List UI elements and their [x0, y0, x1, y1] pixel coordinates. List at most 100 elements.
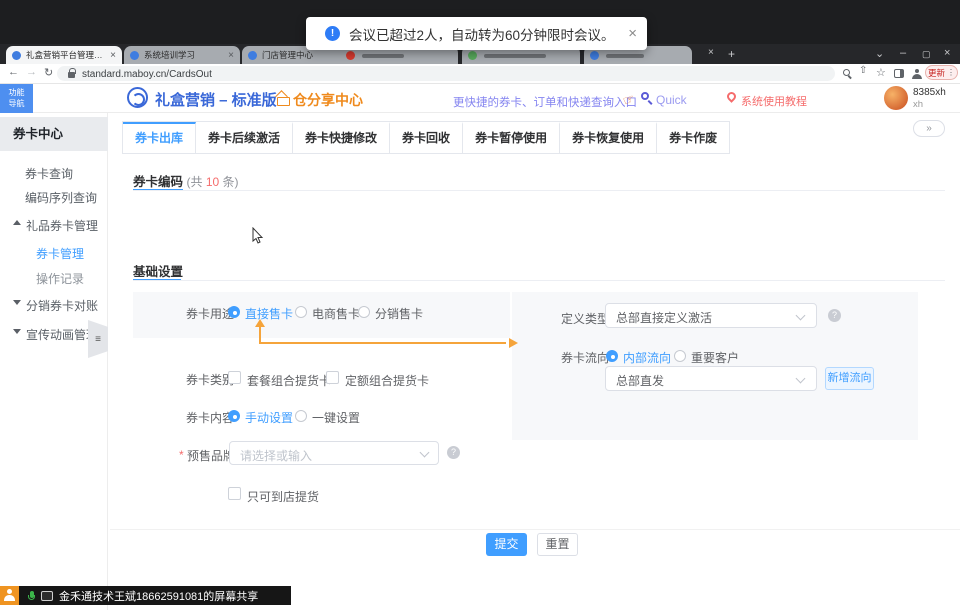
expand-down-icon[interactable]: [13, 329, 21, 334]
reset-button[interactable]: 重置: [537, 533, 578, 556]
tab-later-activate[interactable]: 券卡后续激活: [196, 122, 293, 153]
category-label: 券卡类别: [186, 371, 234, 388]
codes-count: (共 10 条): [187, 175, 239, 189]
checkbox-store-pickup-only-label[interactable]: 只可到店提货: [247, 488, 319, 505]
radio-manual-setup-label[interactable]: 手动设置: [245, 409, 293, 426]
radio-ecommerce-sale[interactable]: [295, 306, 307, 318]
side-panel-icon[interactable]: [894, 69, 904, 78]
sidebar-group-distribution-recon[interactable]: 分销券卡对账: [26, 297, 98, 314]
tab-cards-out[interactable]: 券卡出库: [123, 122, 196, 153]
screen-share-bar: 金禾通技术王斌18662591081的屏幕共享: [0, 586, 291, 605]
sidebar-item-operation-log[interactable]: 操作记录: [36, 270, 84, 287]
help-icon[interactable]: ?: [828, 309, 841, 322]
tab-pause[interactable]: 券卡暂停使用: [463, 122, 560, 153]
user-subname: xh: [913, 99, 923, 110]
tab-resume[interactable]: 券卡恢复使用: [560, 122, 657, 153]
reload-icon[interactable]: ↻: [44, 66, 53, 79]
radio-one-click-setup[interactable]: [295, 410, 307, 422]
toast-close-icon[interactable]: ×: [628, 25, 637, 42]
expand-down-icon[interactable]: [13, 300, 21, 305]
tutorial-link[interactable]: 系统使用教程: [741, 93, 807, 109]
maximize-icon[interactable]: ▢: [922, 49, 931, 60]
sidebar-item-code-sequence-query[interactable]: 编码序列查询: [25, 189, 97, 206]
screen-icon: [41, 591, 53, 601]
tab-close-icon[interactable]: ×: [110, 50, 116, 61]
nav-toggle-button[interactable]: 功能 导航: [0, 84, 33, 113]
app-logo-icon: [127, 87, 148, 108]
presale-brand-label: 预售品牌: [187, 447, 235, 464]
favicon-icon: [12, 51, 21, 60]
back-icon[interactable]: ←: [8, 66, 19, 78]
browser-tab-label: 礼盒营销平台管理中心: [26, 49, 106, 61]
url-text[interactable]: standard.maboy.cn/CardsOut: [82, 69, 212, 80]
tab-recycle[interactable]: 券卡回收: [390, 122, 463, 153]
browser-tab-label: 门店管理中心: [262, 49, 352, 61]
checkbox-combo-package-card[interactable]: [228, 371, 241, 384]
count-number: 10: [206, 175, 219, 189]
define-type-label: 定义类型: [561, 310, 609, 327]
presenter-icon: [0, 586, 19, 605]
profile-icon[interactable]: [912, 69, 922, 79]
more-tabs-button[interactable]: »: [913, 120, 945, 137]
card-flow-select[interactable]: 总部直发: [605, 366, 817, 391]
content-tabbar: 券卡出库 券卡后续激活 券卡快捷修改 券卡回收 券卡暂停使用 券卡恢复使用 券卡…: [122, 121, 730, 154]
radio-distribution-sale[interactable]: [358, 306, 370, 318]
sidebar-group-promo-animation[interactable]: 宣传动画管理: [26, 326, 98, 343]
tab-close-icon[interactable]: ×: [708, 47, 714, 58]
radio-direct-sale[interactable]: [228, 306, 240, 318]
presale-brand-select[interactable]: 请选择或输入: [229, 441, 439, 465]
share-icon[interactable]: ⇧: [859, 65, 867, 76]
tab-quick-modify[interactable]: 券卡快捷修改: [293, 122, 390, 153]
sidebar-item-card-query[interactable]: 券卡查询: [25, 165, 73, 182]
minimize-icon[interactable]: –: [900, 47, 906, 59]
new-tab-icon[interactable]: +: [728, 47, 735, 61]
radio-important-customer-label[interactable]: 重要客户: [691, 349, 739, 366]
tab-void[interactable]: 券卡作废: [657, 122, 729, 153]
browser-tab[interactable]: 系统培训学习 ×: [124, 46, 240, 64]
lock-icon: [68, 72, 75, 78]
user-avatar[interactable]: [884, 86, 908, 110]
browser-tab-active[interactable]: 礼盒营销平台管理中心 ×: [6, 46, 122, 64]
radio-one-click-setup-label[interactable]: 一键设置: [312, 409, 360, 426]
menu-icon: ≡: [95, 334, 101, 345]
update-label: 更新: [928, 67, 945, 79]
radio-manual-setup[interactable]: [228, 410, 240, 422]
chrome-update-button[interactable]: 更新 ⋮: [925, 65, 958, 80]
quick-entry-tip: 更快捷的券卡、订单和快递查询入口: [453, 94, 637, 110]
checkbox-fixed-combo-card[interactable]: [326, 371, 339, 384]
sidebar-group-gift-card-mgmt[interactable]: 礼品券卡管理: [26, 217, 98, 234]
presale-brand-placeholder: 请选择或输入: [240, 447, 312, 464]
collapse-up-icon[interactable]: [13, 220, 21, 225]
checkbox-store-pickup-only[interactable]: [228, 487, 241, 500]
codes-title-text: 券卡编码: [133, 175, 183, 189]
meeting-toast: ! 会议已超过2人，自动转为60分钟限时会议。 ×: [306, 17, 647, 50]
quick-search-icon[interactable]: [641, 92, 649, 100]
content-label: 券卡内容: [186, 409, 234, 426]
zoom-icon[interactable]: [843, 69, 850, 76]
share-center-link[interactable]: 仓分享中心: [293, 90, 363, 110]
count-prefix: (共: [187, 175, 206, 189]
radio-important-customer[interactable]: [674, 350, 686, 362]
chevron-down-icon: [420, 448, 430, 458]
radio-internal-flow[interactable]: [606, 350, 618, 362]
window-close-icon[interactable]: ×: [944, 47, 950, 59]
bookmark-star-icon[interactable]: ☆: [876, 66, 886, 79]
checkbox-combo-package-label[interactable]: 套餐组合提货卡: [247, 372, 331, 389]
card-flow-value: 总部直发: [616, 372, 664, 389]
add-flow-button[interactable]: 新增流向: [825, 367, 874, 390]
menu-kebab-icon: ⋮: [947, 68, 955, 77]
microphone-icon: [28, 591, 35, 601]
forward-icon[interactable]: →: [26, 66, 37, 78]
submit-button[interactable]: 提交: [486, 533, 527, 556]
define-type-select[interactable]: 总部直接定义激活: [605, 303, 817, 328]
help-icon[interactable]: ?: [447, 446, 460, 459]
sidebar-item-card-mgmt-active[interactable]: 券卡管理: [36, 245, 84, 262]
tab-search-icon[interactable]: ⌄: [875, 47, 884, 60]
tab-close-icon[interactable]: ×: [228, 50, 234, 61]
sidebar-title: 券卡中心: [0, 117, 108, 151]
obscured-tab-text: [606, 54, 644, 58]
quick-label[interactable]: Quick: [656, 93, 687, 107]
radio-internal-flow-label[interactable]: 内部流向: [623, 349, 671, 366]
nav-toggle-line1: 功能: [0, 87, 33, 98]
checkbox-fixed-combo-label[interactable]: 定额组合提货卡: [345, 372, 429, 389]
